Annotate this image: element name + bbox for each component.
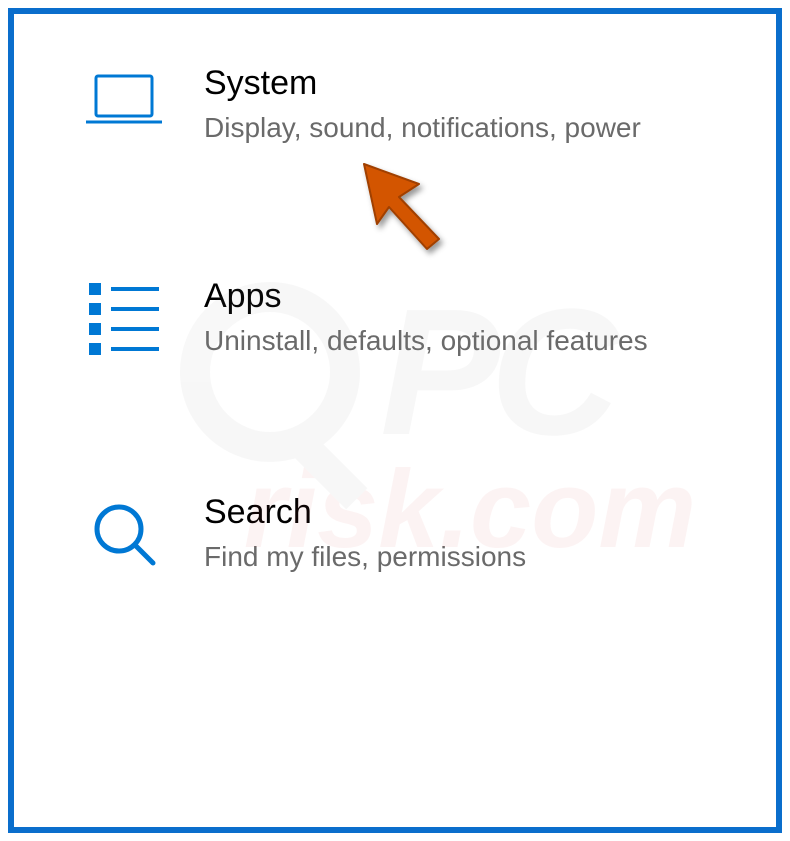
settings-item-desc: Display, sound, notifications, power xyxy=(204,109,736,147)
settings-item-title: Search xyxy=(204,493,736,532)
settings-item-title: System xyxy=(204,64,736,103)
settings-item-search[interactable]: Search Find my files, permissions xyxy=(54,493,736,576)
pointer-arrow-icon xyxy=(349,149,469,269)
settings-item-desc: Find my files, permissions xyxy=(204,538,736,576)
settings-item-text: System Display, sound, notifications, po… xyxy=(194,64,736,147)
search-icon xyxy=(54,493,194,569)
apps-icon xyxy=(54,277,194,363)
settings-item-apps[interactable]: Apps Uninstall, defaults, optional featu… xyxy=(54,277,736,363)
settings-item-system[interactable]: System Display, sound, notifications, po… xyxy=(54,64,736,147)
settings-panel: PC risk.com System Display, sound, notif… xyxy=(8,8,782,833)
settings-item-desc: Uninstall, defaults, optional features xyxy=(204,322,736,360)
settings-item-title: Apps xyxy=(204,277,736,316)
settings-item-text: Apps Uninstall, defaults, optional featu… xyxy=(194,277,736,360)
settings-item-text: Search Find my files, permissions xyxy=(194,493,736,576)
laptop-icon xyxy=(54,64,194,130)
